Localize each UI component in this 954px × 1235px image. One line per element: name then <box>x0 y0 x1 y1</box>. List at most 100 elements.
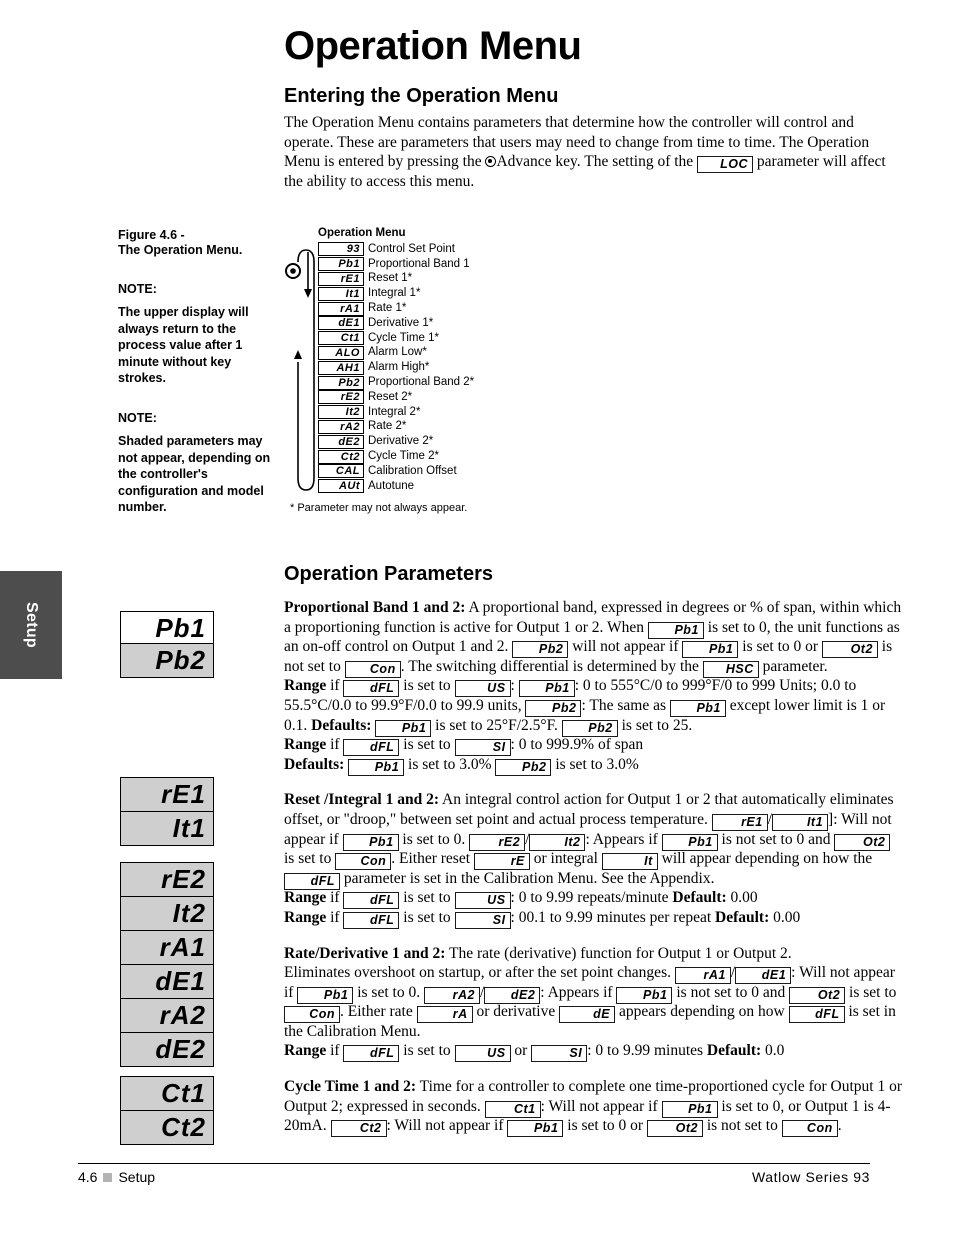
figure-menu-row: AH1 Alarm High* <box>318 360 584 375</box>
pb-t22: is set to 3.0% <box>551 755 639 773</box>
cy-t5: is set to 0 or <box>563 1117 647 1135</box>
figure-row-list: 93 Control Set Point Pb1 Proportional Band … <box>318 242 584 494</box>
paragraph-cycle-time: Cycle Time 1 and 2: Time for a controlle… <box>284 1077 904 1138</box>
seg-ct2-a: Ct2 <box>330 1120 387 1138</box>
figure-menu-label: Cycle Time 1* <box>368 331 439 344</box>
margin-display-ct1: Ct1 <box>120 1076 214 1111</box>
figure-menu-label: Alarm Low* <box>368 346 427 359</box>
seg-us-a: US <box>454 680 511 698</box>
seg-re2-a: rE2 <box>469 833 526 851</box>
figure-menu-row: ALO Alarm Low* <box>318 345 584 361</box>
rt-t11: or derivative <box>472 1003 560 1021</box>
figure-menu-row: 93 Control Set Point <box>318 242 584 257</box>
figure-menu-label: Cycle Time 2* <box>368 450 439 463</box>
rs-t9: . Either reset <box>391 850 474 868</box>
figure-menu-label: Derivative 1* <box>368 316 434 329</box>
seg-dfl-e: dFL <box>343 911 400 929</box>
note-2-body: Shaded parameters may not appear, depend… <box>118 433 271 515</box>
pb-t7: parameter. <box>758 657 828 675</box>
seg-pb2-b: Pb2 <box>525 699 582 717</box>
rt-t9: is set to <box>845 983 897 1001</box>
rt-t17: : 0 to 9.99 minutes <box>587 1042 707 1060</box>
seg-con-c: Con <box>284 1006 340 1024</box>
seg-pb1-i: Pb1 <box>297 986 354 1004</box>
pb-t6: . The switching differential is determin… <box>400 657 703 675</box>
figure-menu-row: rA2 Rate 2* <box>318 419 584 435</box>
figure-menu-label: Calibration Offset <box>368 464 457 477</box>
figure-menu-code: rE2 <box>318 390 364 405</box>
seg-pb1-f: Pb1 <box>348 758 405 776</box>
pb-t10: : <box>510 677 519 695</box>
pb-t19: : 0 to 999.9% of span <box>510 736 644 754</box>
seg-con-a: Con <box>344 660 401 678</box>
figure-menu-label: Control Set Point <box>368 242 455 255</box>
figure-menu-code: dE1 <box>318 316 364 331</box>
rt-t16: or <box>510 1042 532 1060</box>
margin-display-pb2: Pb2 <box>120 643 214 678</box>
footer-left-group: 4.6 Setup <box>78 1169 155 1185</box>
intro-text-2: Advance key. The setting of the <box>496 153 698 171</box>
section-heading-parameters: Operation Parameters <box>284 563 493 585</box>
note-2-heading: NOTE: <box>118 410 157 425</box>
figure-menu-label: Integral 2* <box>368 405 421 418</box>
figure-menu-row: Pb1 Proportional Band 1 <box>318 257 584 272</box>
seg-pb2-c: Pb2 <box>561 719 618 737</box>
figure-menu-label: Integral 1* <box>368 287 421 300</box>
figure-menu-code: CAL <box>318 464 364 479</box>
note-shaded-parameters: NOTE: Shaded parameters may not appear, … <box>118 411 278 516</box>
seg-pb1-k: Pb1 <box>661 1100 718 1118</box>
rs-t20: 0.00 <box>769 908 801 926</box>
seg-pb1-g: Pb1 <box>342 833 399 851</box>
rs-range-label-1: Range <box>284 889 327 907</box>
rs-t19: : 00.1 to 9.99 minutes per repeat <box>510 908 716 926</box>
pb-t21: is set to 3.0% <box>404 755 496 773</box>
figure-menu-label: Proportional Band 2* <box>368 376 475 389</box>
figure-menu-code: Pb2 <box>318 375 364 390</box>
menu-flow-diagram <box>285 249 315 491</box>
figure-menu-row: It1 Integral 1* <box>318 286 584 301</box>
intro-paragraph: The Operation Menu contains parameters t… <box>284 113 904 191</box>
rs-t17: if <box>326 908 344 926</box>
rs-t6: : Appears if <box>585 830 662 848</box>
figure-caption: Figure 4.6 - The Operation Menu. <box>118 228 278 258</box>
seg-ra2-a: rA2 <box>423 986 480 1004</box>
footer-product-name: Watlow Series 93 <box>751 1169 870 1185</box>
rt-default-label: Default: <box>706 1042 762 1060</box>
figure-menu-code: rE1 <box>318 271 364 286</box>
figure-menu-code: It1 <box>318 286 364 301</box>
margin-display-ra2: rA2 <box>120 998 214 1033</box>
figure-menu-code: ALO <box>318 345 364 360</box>
rs-default-label-1: Default: <box>672 889 727 907</box>
rs-t11: will appear depending on how the <box>657 850 873 868</box>
seg-dfl-c: dFL <box>284 872 340 890</box>
cycle-title: Cycle Time 1 and 2: <box>284 1078 417 1096</box>
seg-dfl-d: dFL <box>343 892 400 910</box>
pb-t4: is set to 0 or <box>738 638 822 656</box>
seg-pb1-b: Pb1 <box>682 641 739 659</box>
rs-t15: : 0 to 9.99 repeats/minute <box>510 889 673 907</box>
seg-dfl-b: dFL <box>343 739 400 757</box>
rt-t7: : Appears if <box>540 983 617 1001</box>
pb-range-label-1: Range <box>284 677 327 695</box>
main-content: Operation Menu Entering the Operation Me… <box>284 24 904 191</box>
footer-section-name: Setup <box>118 1169 156 1185</box>
seg-ra1-a: rA1 <box>674 967 731 985</box>
rt-t14: if <box>326 1042 344 1060</box>
margin-display-ct2: Ct2 <box>120 1110 214 1145</box>
paragraph-rate-derivative: Rate/Derivative 1 and 2: The rate (deriv… <box>284 944 904 1063</box>
seg-pb1-h: Pb1 <box>661 833 718 851</box>
figure-menu-code: rA1 <box>318 301 364 316</box>
seg-de-a: dE <box>559 1006 616 1024</box>
pb-t15: is set to 25°F/2.5°F. <box>431 716 562 734</box>
figure-menu-code: Ct2 <box>318 449 364 464</box>
margin-display-it2: It2 <box>120 896 214 931</box>
margin-display-ra1: rA1 <box>120 930 214 965</box>
note-upper-display: NOTE: The upper display will always retu… <box>118 282 278 387</box>
left-margin-column: Figure 4.6 - The Operation Menu. NOTE: T… <box>118 228 278 516</box>
figure-menu-code: Pb1 <box>318 257 364 272</box>
seg-us-b: US <box>454 892 511 910</box>
rs-t12: parameter is set in the Calibration Menu… <box>340 869 715 887</box>
figure-menu-label: Reset 2* <box>368 390 413 403</box>
pb-t3: will not appear if <box>568 638 683 656</box>
reset-title: Reset /Integral 1 and 2: <box>284 791 439 809</box>
